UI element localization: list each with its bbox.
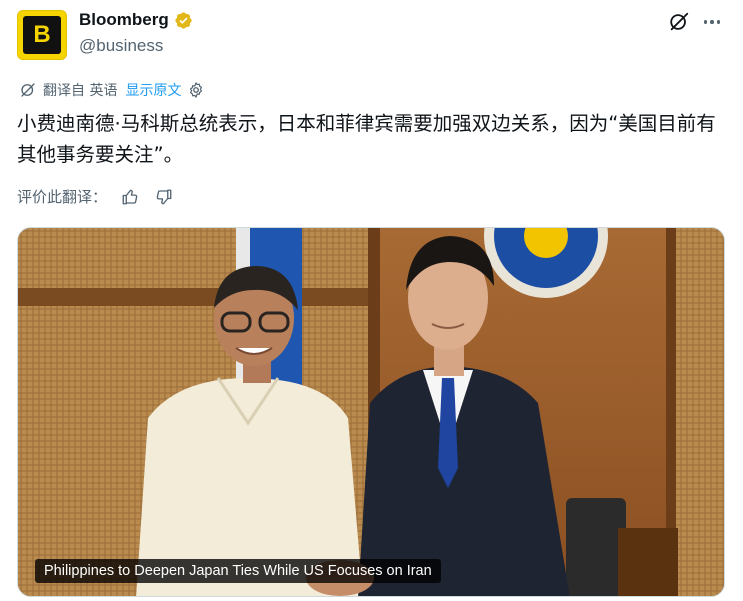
translate-icon bbox=[21, 83, 35, 97]
photo-caption: Philippines to Deepen Japan Ties While U… bbox=[35, 559, 441, 583]
translation-row: 翻译自 英语 显示原文 bbox=[19, 80, 205, 100]
tweet-photo[interactable]: Philippines to Deepen Japan Ties While U… bbox=[17, 227, 725, 597]
thumbs-down-icon[interactable] bbox=[155, 188, 173, 206]
avatar[interactable]: B bbox=[17, 10, 67, 60]
gear-icon[interactable] bbox=[187, 81, 205, 99]
translation-source: 翻译自 英语 bbox=[43, 83, 118, 99]
display-name[interactable]: Bloomberg bbox=[79, 10, 169, 30]
avatar-letter: B bbox=[33, 21, 51, 48]
photo-scene bbox=[18, 228, 724, 596]
handle[interactable]: @business bbox=[79, 36, 163, 56]
more-icon[interactable] bbox=[701, 12, 723, 32]
show-original-link[interactable]: 显示原文 bbox=[125, 80, 181, 100]
grok-icon[interactable] bbox=[668, 11, 690, 33]
tweet-text: 小费迪南德·马科斯总统表示，日本和菲律宾需要加强双边关系，因为“美国目前有其他事… bbox=[17, 112, 716, 166]
rate-translation-label: 评价此翻译： bbox=[17, 188, 108, 206]
rate-translation-row: 评价此翻译： bbox=[17, 186, 173, 207]
avatar-logo: B bbox=[23, 16, 61, 54]
verified-badge-icon[interactable] bbox=[174, 11, 193, 30]
thumbs-up-icon[interactable] bbox=[121, 188, 139, 206]
name-row: Bloomberg bbox=[79, 10, 193, 30]
